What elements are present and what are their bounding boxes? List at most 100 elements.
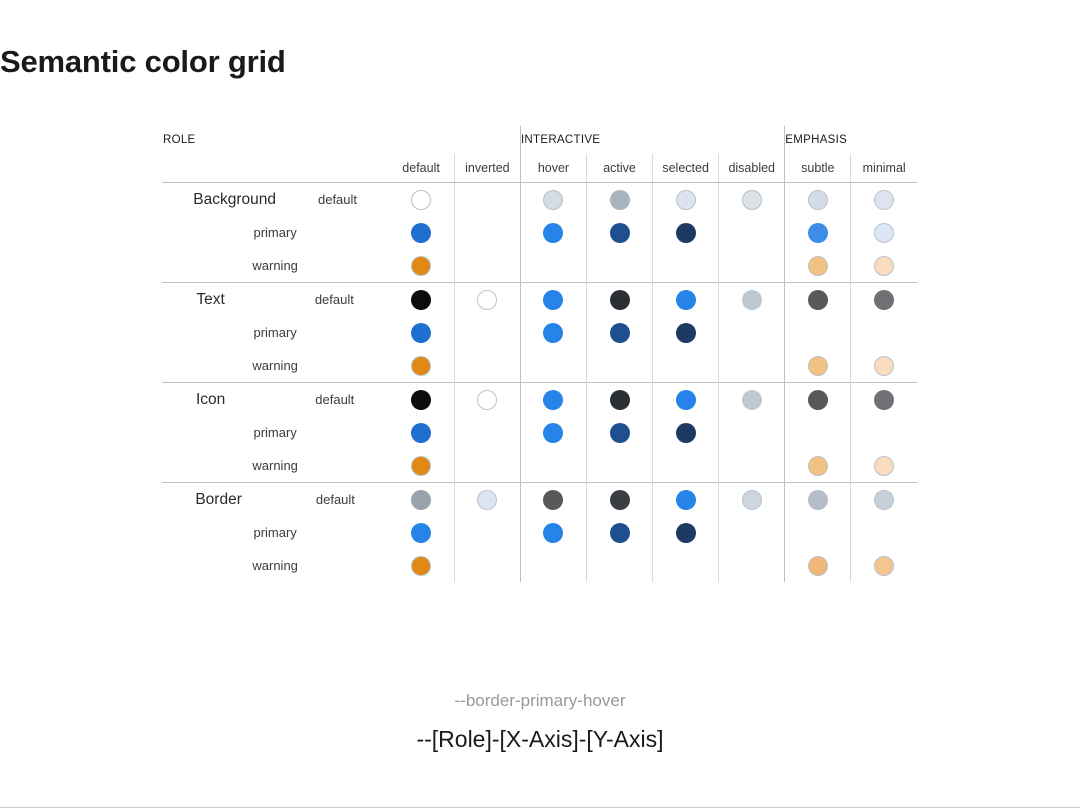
color-swatch-dot[interactable] <box>807 489 828 510</box>
color-swatch-dot[interactable] <box>807 389 828 410</box>
swatch-cell[interactable] <box>388 182 455 216</box>
swatch-cell[interactable] <box>586 382 653 416</box>
color-swatch-dot[interactable] <box>675 222 696 243</box>
swatch-cell[interactable] <box>718 249 785 283</box>
swatch-cell[interactable] <box>453 216 521 249</box>
swatch-cell[interactable] <box>718 449 785 483</box>
color-swatch-dot[interactable] <box>675 489 696 510</box>
color-swatch-dot[interactable] <box>874 455 895 476</box>
swatch-cell[interactable] <box>652 382 719 416</box>
color-swatch-dot[interactable] <box>874 389 895 410</box>
color-swatch-dot[interactable] <box>543 322 564 343</box>
color-swatch-dot[interactable] <box>411 355 432 376</box>
swatch-cell[interactable] <box>718 482 785 516</box>
swatch-cell[interactable] <box>850 516 917 549</box>
color-swatch-dot[interactable] <box>543 222 564 243</box>
swatch-cell[interactable] <box>388 382 455 416</box>
color-swatch-dot[interactable] <box>741 389 762 410</box>
swatch-cell[interactable] <box>850 382 917 416</box>
swatch-cell[interactable] <box>519 282 587 316</box>
color-swatch-dot[interactable] <box>543 422 564 443</box>
swatch-cell[interactable] <box>388 216 454 249</box>
color-swatch-dot[interactable] <box>741 189 762 210</box>
swatch-cell[interactable] <box>784 216 851 249</box>
swatch-cell[interactable] <box>718 282 785 316</box>
swatch-cell[interactable] <box>519 382 587 416</box>
color-swatch-dot[interactable] <box>675 522 696 543</box>
color-swatch-dot[interactable] <box>411 189 432 210</box>
swatch-cell[interactable] <box>453 282 521 316</box>
color-swatch-dot[interactable] <box>807 255 828 276</box>
swatch-cell[interactable] <box>784 382 851 416</box>
swatch-cell[interactable] <box>519 249 587 283</box>
color-swatch-dot[interactable] <box>477 389 498 410</box>
swatch-cell[interactable] <box>850 316 917 349</box>
swatch-cell[interactable] <box>586 549 653 582</box>
swatch-cell[interactable] <box>586 316 653 349</box>
swatch-cell[interactable] <box>784 549 851 582</box>
swatch-cell[interactable] <box>652 182 719 216</box>
swatch-cell[interactable] <box>652 416 719 449</box>
swatch-cell[interactable] <box>388 282 455 316</box>
color-swatch-dot[interactable] <box>411 389 432 410</box>
swatch-cell[interactable] <box>388 482 455 516</box>
color-swatch-dot[interactable] <box>543 389 564 410</box>
color-swatch-dot[interactable] <box>609 289 630 310</box>
color-swatch-dot[interactable] <box>874 189 895 210</box>
swatch-cell[interactable] <box>586 449 653 483</box>
color-swatch-dot[interactable] <box>807 355 828 376</box>
swatch-cell[interactable] <box>519 549 587 582</box>
color-swatch-dot[interactable] <box>411 289 432 310</box>
color-swatch-dot[interactable] <box>543 522 564 543</box>
swatch-cell[interactable] <box>453 549 521 582</box>
swatch-cell[interactable] <box>784 282 851 316</box>
swatch-cell[interactable] <box>519 316 587 349</box>
swatch-cell[interactable] <box>453 182 521 216</box>
swatch-cell[interactable] <box>586 182 653 216</box>
swatch-cell[interactable] <box>453 249 521 283</box>
color-swatch-dot[interactable] <box>807 222 828 243</box>
color-swatch-dot[interactable] <box>411 322 432 343</box>
swatch-cell[interactable] <box>519 516 587 549</box>
swatch-cell[interactable] <box>718 216 785 249</box>
swatch-cell[interactable] <box>784 449 851 483</box>
color-swatch-dot[interactable] <box>543 189 564 210</box>
swatch-cell[interactable] <box>453 516 521 549</box>
swatch-cell[interactable] <box>850 249 917 283</box>
color-swatch-dot[interactable] <box>411 222 432 243</box>
color-swatch-dot[interactable] <box>543 489 564 510</box>
color-swatch-dot[interactable] <box>411 255 432 276</box>
swatch-cell[interactable] <box>453 349 521 383</box>
swatch-cell[interactable] <box>453 316 521 349</box>
swatch-cell[interactable] <box>784 482 851 516</box>
swatch-cell[interactable] <box>388 549 454 582</box>
swatch-cell[interactable] <box>388 449 454 483</box>
color-swatch-dot[interactable] <box>411 422 432 443</box>
color-swatch-dot[interactable] <box>807 189 828 210</box>
color-swatch-dot[interactable] <box>741 289 762 310</box>
swatch-cell[interactable] <box>718 549 785 582</box>
swatch-cell[interactable] <box>850 282 917 316</box>
swatch-cell[interactable] <box>388 349 454 383</box>
swatch-cell[interactable] <box>652 516 719 549</box>
swatch-cell[interactable] <box>652 449 719 483</box>
swatch-cell[interactable] <box>850 416 917 449</box>
swatch-cell[interactable] <box>519 216 587 249</box>
swatch-cell[interactable] <box>652 282 719 316</box>
color-swatch-dot[interactable] <box>807 555 828 576</box>
swatch-cell[interactable] <box>388 516 454 549</box>
swatch-cell[interactable] <box>850 349 917 383</box>
color-swatch-dot[interactable] <box>477 489 498 510</box>
color-swatch-dot[interactable] <box>609 322 630 343</box>
swatch-cell[interactable] <box>850 216 917 249</box>
color-swatch-dot[interactable] <box>874 355 895 376</box>
swatch-cell[interactable] <box>586 216 653 249</box>
color-swatch-dot[interactable] <box>543 289 564 310</box>
swatch-cell[interactable] <box>652 216 719 249</box>
color-swatch-dot[interactable] <box>609 222 630 243</box>
color-swatch-dot[interactable] <box>807 289 828 310</box>
color-swatch-dot[interactable] <box>411 522 432 543</box>
swatch-cell[interactable] <box>784 349 851 383</box>
color-swatch-dot[interactable] <box>609 489 630 510</box>
swatch-cell[interactable] <box>519 449 587 483</box>
